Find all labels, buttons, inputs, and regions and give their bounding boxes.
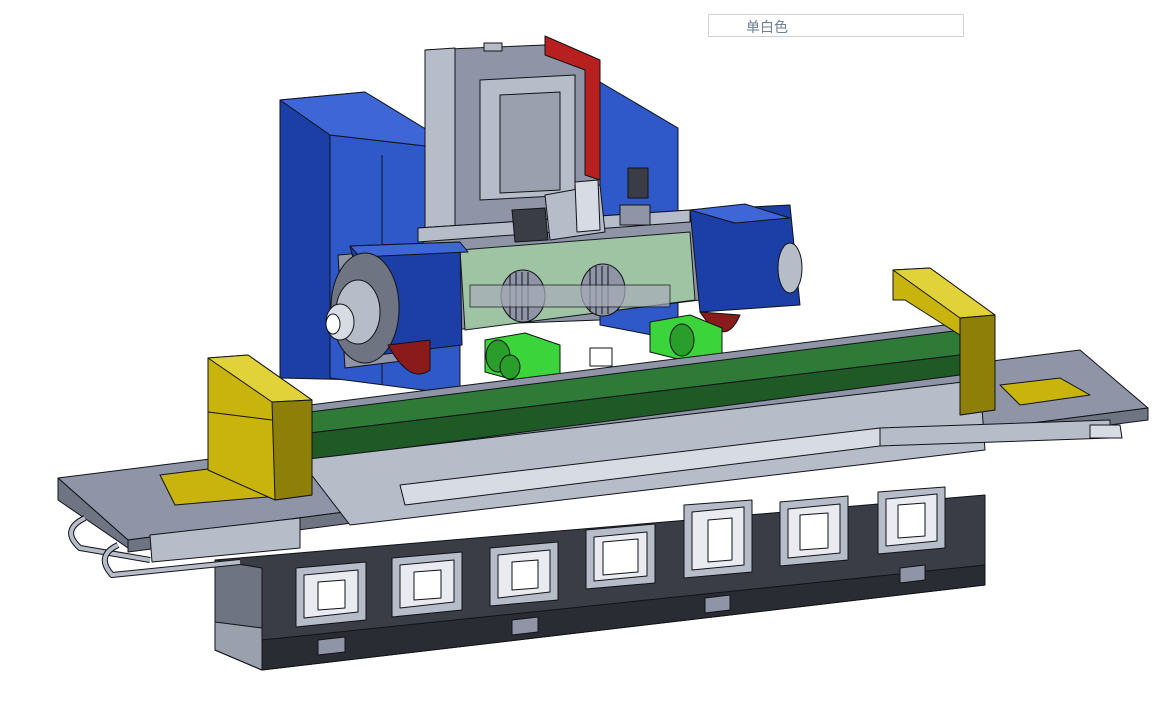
machine-model[interactable] (0, 0, 1174, 701)
